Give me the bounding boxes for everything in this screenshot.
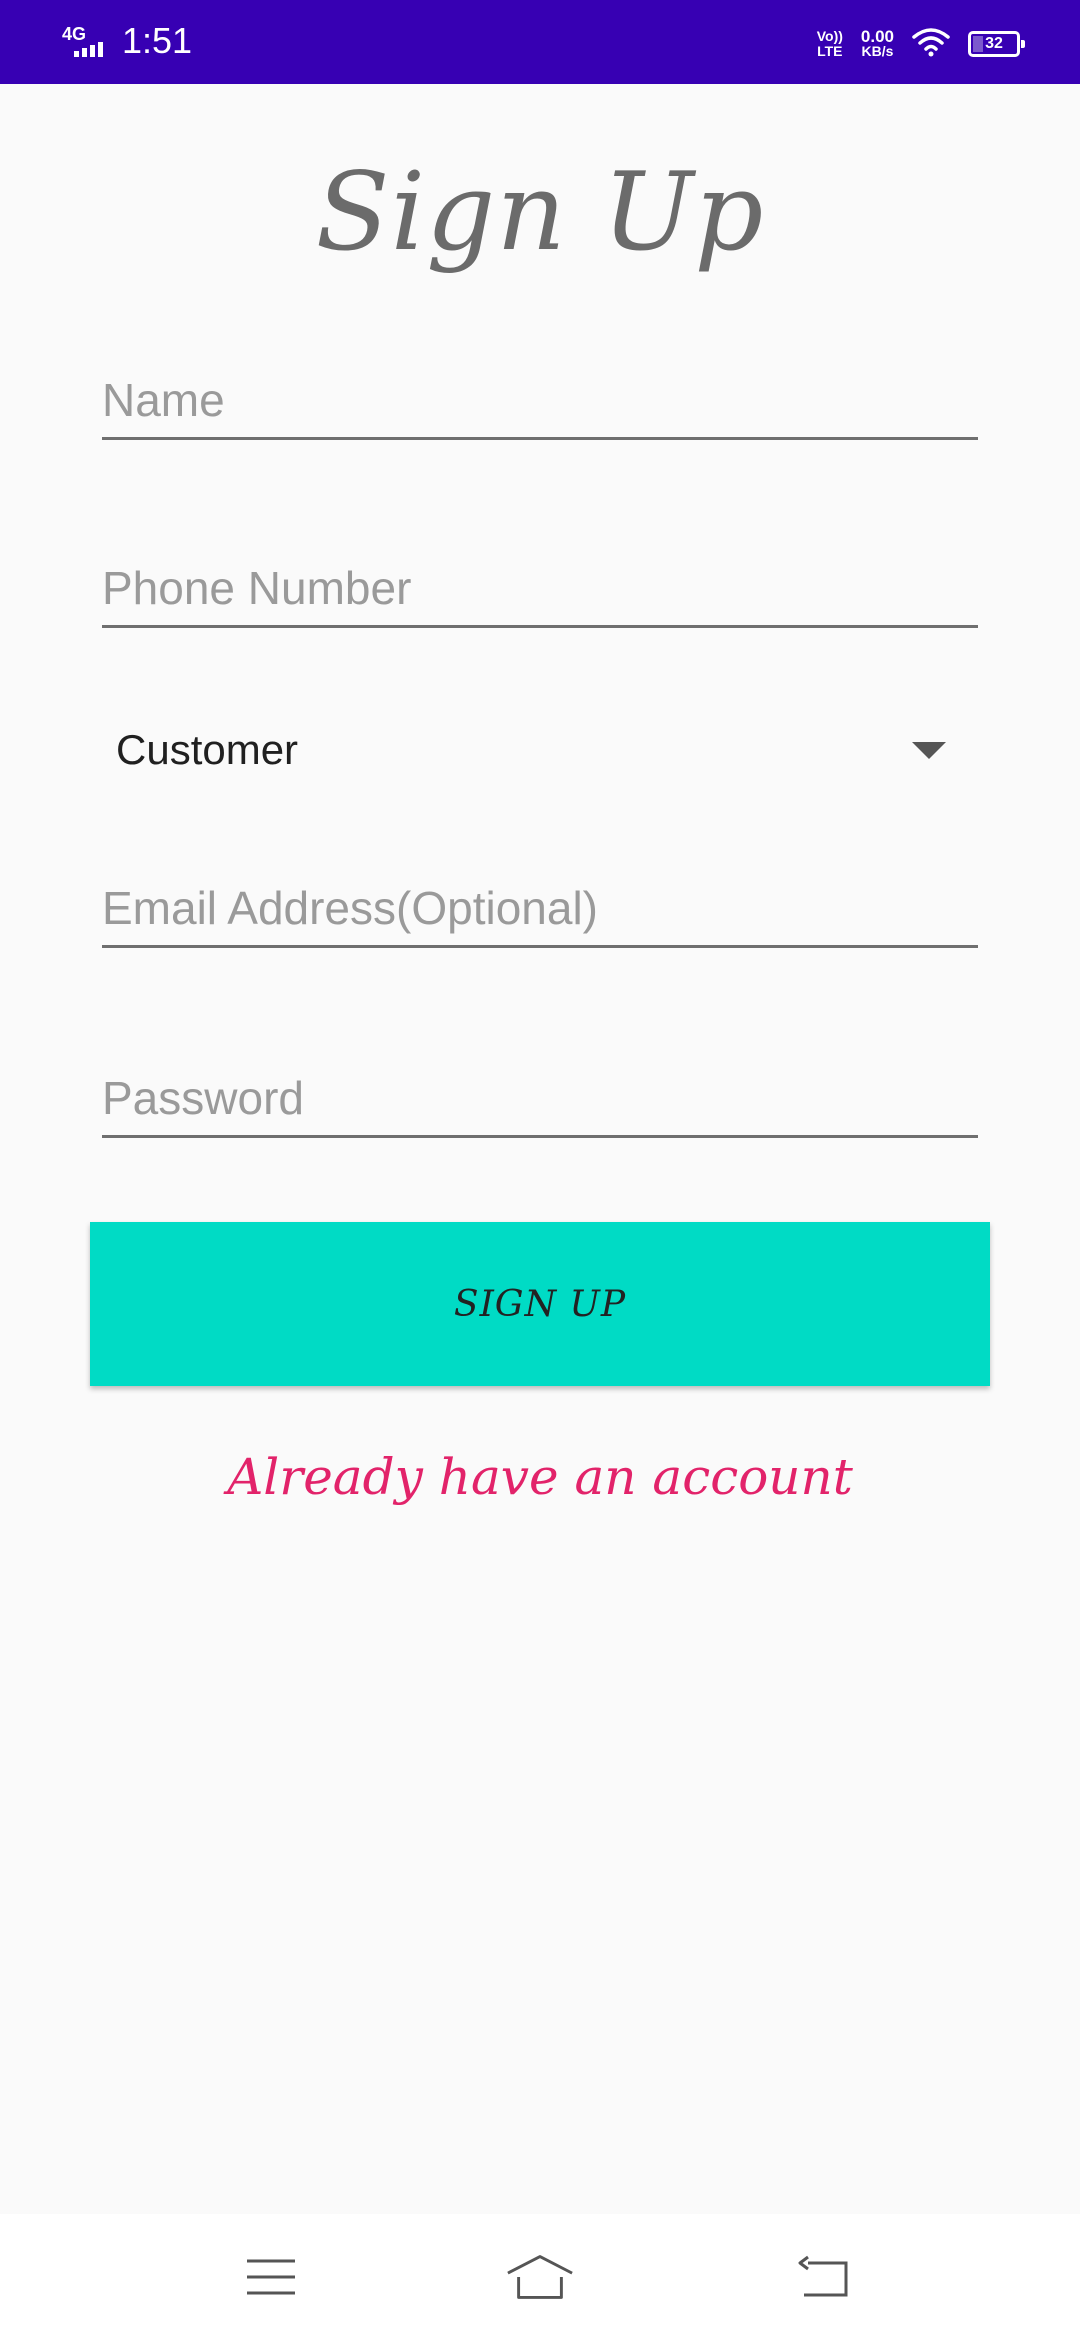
speed-unit: KB/s bbox=[861, 43, 894, 59]
page-title: Sign Up bbox=[315, 150, 765, 275]
volte-indicator: Vo)) LTE bbox=[817, 29, 843, 59]
phone-input[interactable] bbox=[102, 558, 978, 628]
network-speed: 0.00 KB/s bbox=[860, 27, 894, 59]
clock: 1:51 bbox=[122, 20, 193, 61]
status-bar: 4G 1:51 Vo)) LTE 0.00 KB/s 32 bbox=[0, 0, 1080, 84]
home-icon[interactable] bbox=[505, 2242, 575, 2312]
role-dropdown[interactable]: Customer bbox=[102, 710, 978, 790]
login-link[interactable]: Already have an account bbox=[0, 1448, 1080, 1506]
wifi-icon bbox=[912, 27, 950, 62]
speed-value: 0.00 bbox=[860, 27, 894, 46]
signup-button[interactable]: SIGN UP bbox=[90, 1222, 990, 1386]
battery-icon: 32 bbox=[968, 31, 1025, 57]
name-input[interactable] bbox=[102, 370, 978, 440]
menu-icon[interactable] bbox=[236, 2242, 306, 2312]
volte-top: Vo)) bbox=[816, 28, 843, 44]
signal-icon bbox=[74, 42, 103, 57]
status-right: Vo)) LTE 0.00 KB/s 32 bbox=[817, 22, 1025, 66]
role-selected: Customer bbox=[116, 726, 299, 773]
back-icon[interactable] bbox=[788, 2242, 858, 2312]
battery-level: 32 bbox=[985, 35, 1003, 52]
email-input[interactable] bbox=[102, 878, 978, 948]
navigation-bar bbox=[0, 2214, 1080, 2340]
volte-bottom: LTE bbox=[817, 43, 843, 59]
password-input[interactable] bbox=[102, 1068, 978, 1138]
dropdown-arrow-icon bbox=[912, 741, 946, 759]
